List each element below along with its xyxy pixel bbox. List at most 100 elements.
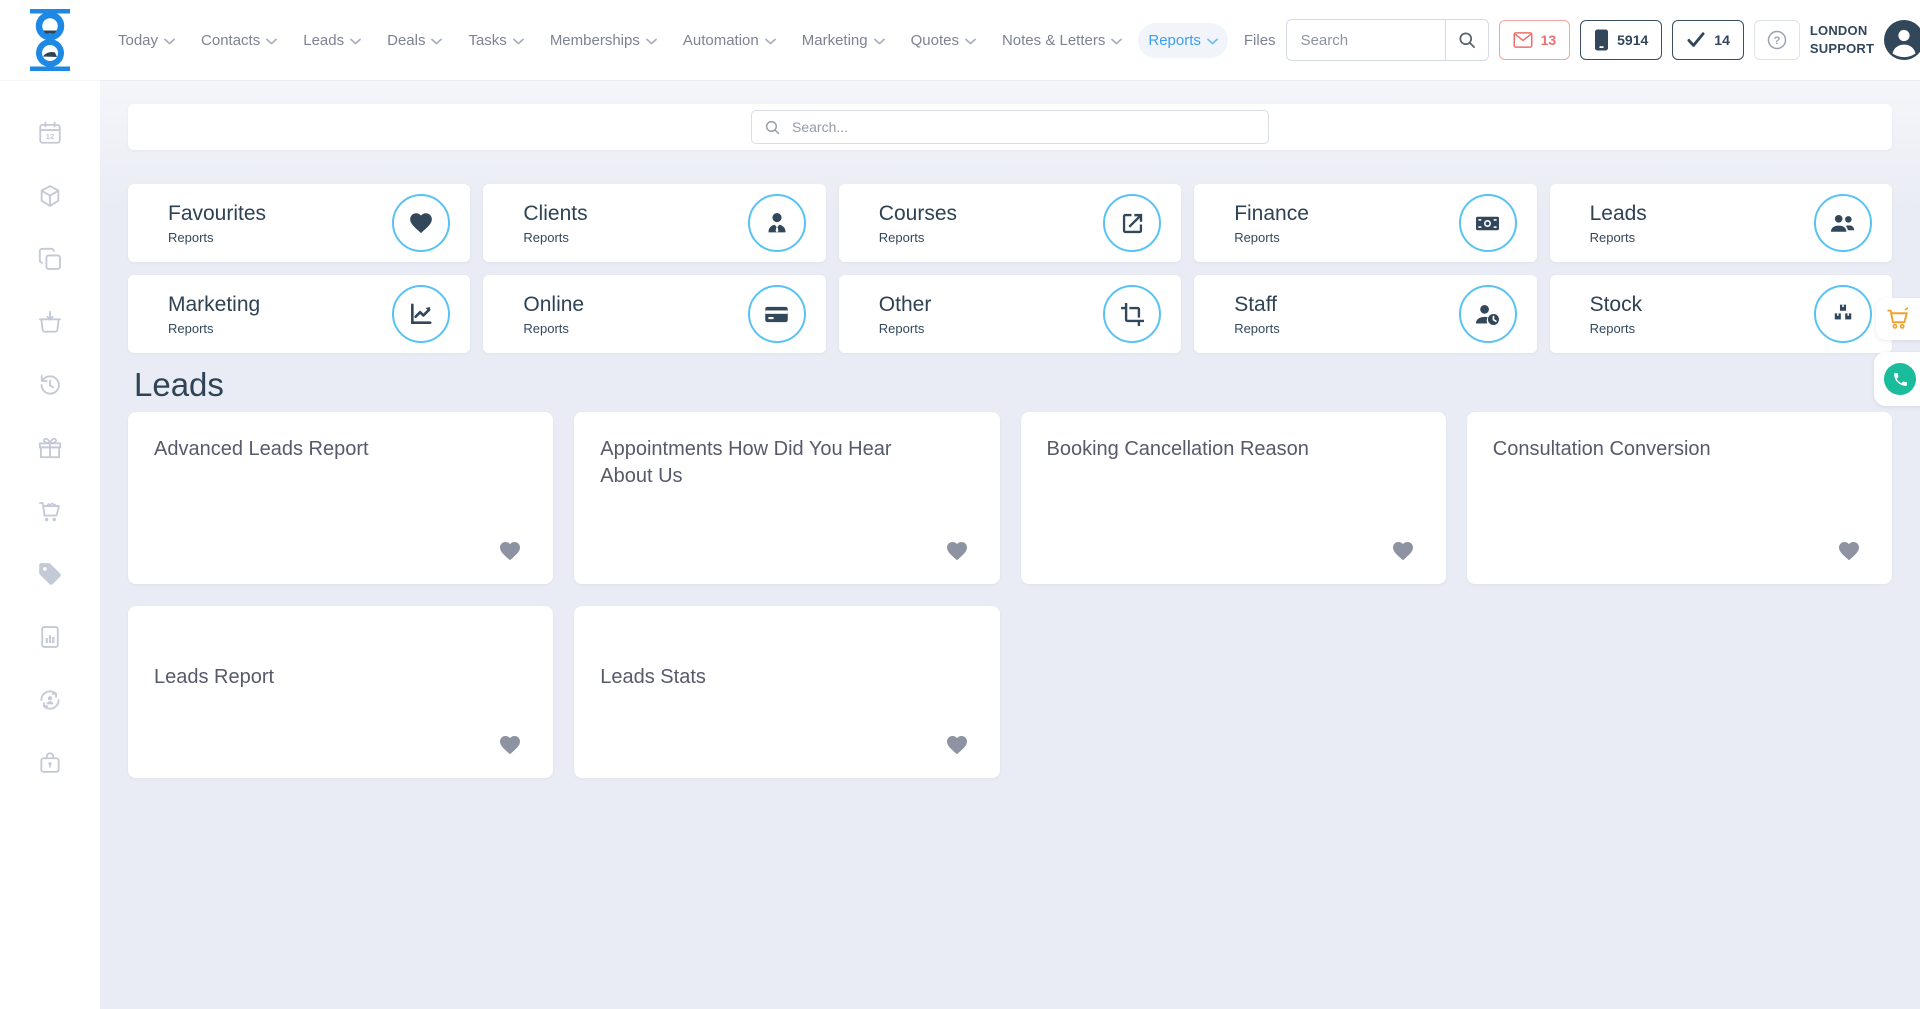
report-card-leads-report[interactable]: Leads Report	[128, 606, 553, 778]
category-card-courses[interactable]: Courses Reports	[839, 184, 1181, 262]
report-card-booking-cancellation-reason[interactable]: Booking Cancellation Reason	[1021, 412, 1446, 584]
sidebar-package-icon[interactable]	[37, 183, 63, 209]
report-card-advanced-leads-report[interactable]: Advanced Leads Report	[128, 412, 553, 584]
category-card-other[interactable]: Other Reports	[839, 275, 1181, 353]
search-icon	[1457, 30, 1477, 50]
main-nav: Today Contacts Leads Deals Tasks Members…	[108, 23, 1286, 58]
nav-item-reports[interactable]: Reports	[1138, 23, 1228, 58]
nav-item-tasks[interactable]: Tasks	[458, 23, 533, 58]
credit-card-icon	[748, 285, 806, 343]
nav-item-automation[interactable]: Automation	[673, 23, 786, 58]
user-name[interactable]: LONDON SUPPORT	[1810, 22, 1874, 57]
sidebar-user-sync-icon[interactable]	[37, 687, 63, 713]
search-icon	[764, 119, 781, 136]
question-circle-icon: ?	[1766, 29, 1788, 51]
category-title: Staff	[1234, 293, 1458, 317]
category-title: Stock	[1590, 293, 1814, 317]
category-text: Courses Reports	[839, 202, 1103, 245]
report-card-leads-stats[interactable]: Leads Stats	[574, 606, 999, 778]
money-bill-icon	[1459, 194, 1517, 252]
report-search-card	[128, 104, 1892, 150]
category-card-online[interactable]: Online Reports	[483, 275, 825, 353]
report-title: Appointments How Did You Hear About Us	[600, 436, 943, 490]
top-header: Today Contacts Leads Deals Tasks Members…	[0, 0, 1920, 80]
hourglass-logo-icon	[25, 9, 75, 71]
category-card-favourites[interactable]: Favourites Reports	[128, 184, 470, 262]
favourite-heart-icon[interactable]	[944, 538, 970, 564]
messages-count: 13	[1541, 32, 1557, 48]
category-subtitle: Reports	[1234, 321, 1458, 336]
favourite-heart-icon[interactable]	[1836, 538, 1862, 564]
report-card-appointments-how-did-you-hear[interactable]: Appointments How Did You Hear About Us	[574, 412, 999, 584]
report-title: Leads Report	[154, 664, 497, 691]
sidebar-calendar-icon[interactable]: 12	[37, 120, 63, 146]
messages-button[interactable]: 13	[1499, 20, 1571, 60]
chevron-down-icon	[350, 38, 361, 45]
category-card-finance[interactable]: Finance Reports	[1194, 184, 1536, 262]
favourite-heart-icon[interactable]	[497, 732, 523, 758]
section-title: Leads	[134, 366, 1892, 404]
category-card-staff[interactable]: Staff Reports	[1194, 275, 1536, 353]
category-title: Finance	[1234, 202, 1458, 226]
sidebar-report-document-icon[interactable]	[37, 624, 63, 650]
category-text: Marketing Reports	[128, 293, 392, 336]
category-subtitle: Reports	[1590, 321, 1814, 336]
chevron-down-icon	[513, 38, 524, 45]
floating-call-button[interactable]	[1874, 352, 1920, 406]
category-text: Favourites Reports	[128, 202, 392, 245]
check-icon	[1686, 31, 1706, 49]
boxes-icon	[1814, 285, 1872, 343]
report-card-consultation-conversion[interactable]: Consultation Conversion	[1467, 412, 1892, 584]
favourite-heart-icon[interactable]	[944, 732, 970, 758]
sidebar-history-icon[interactable]	[37, 372, 63, 398]
nav-item-leads[interactable]: Leads	[293, 23, 371, 58]
category-title: Online	[523, 293, 747, 317]
favourite-heart-icon[interactable]	[1390, 538, 1416, 564]
tasks-button[interactable]: 14	[1672, 20, 1744, 60]
report-title: Advanced Leads Report	[154, 436, 497, 463]
help-button[interactable]: ?	[1754, 20, 1800, 60]
category-card-marketing[interactable]: Marketing Reports	[128, 275, 470, 353]
nav-label: Leads	[303, 32, 344, 49]
sidebar-gift-icon[interactable]	[37, 435, 63, 461]
user-name-line1: LONDON	[1810, 22, 1874, 40]
category-text: Staff Reports	[1194, 293, 1458, 336]
category-subtitle: Reports	[1234, 230, 1458, 245]
user-avatar[interactable]	[1884, 20, 1920, 60]
nav-item-deals[interactable]: Deals	[377, 23, 452, 58]
favourite-heart-icon[interactable]	[497, 538, 523, 564]
category-card-clients[interactable]: Clients Reports	[483, 184, 825, 262]
chevron-down-icon	[431, 38, 442, 45]
category-card-stock[interactable]: Stock Reports	[1550, 275, 1892, 353]
nav-item-today[interactable]: Today	[108, 23, 185, 58]
header-search-button[interactable]	[1445, 20, 1488, 60]
nav-item-notes-letters[interactable]: Notes & Letters	[992, 23, 1132, 58]
chevron-down-icon	[1207, 38, 1218, 45]
nav-item-files[interactable]: Files	[1234, 23, 1286, 58]
category-title: Marketing	[168, 293, 392, 317]
category-title: Leads	[1590, 202, 1814, 226]
sms-button[interactable]: 5914	[1580, 20, 1662, 60]
avatar-person-icon	[1884, 20, 1920, 60]
app-logo[interactable]	[0, 0, 100, 80]
header-search-input[interactable]	[1287, 20, 1445, 60]
sidebar-briefcase-lock-icon[interactable]	[37, 750, 63, 776]
nav-item-contacts[interactable]: Contacts	[191, 23, 287, 58]
sidebar-bag-arrow-icon[interactable]	[37, 309, 63, 335]
report-search-input[interactable]	[790, 118, 1256, 136]
nav-item-memberships[interactable]: Memberships	[540, 23, 667, 58]
envelope-icon	[1513, 31, 1533, 49]
sidebar-cart-icon[interactable]	[37, 498, 63, 524]
category-card-leads[interactable]: Leads Reports	[1550, 184, 1892, 262]
category-title: Other	[879, 293, 1103, 317]
nav-item-quotes[interactable]: Quotes	[901, 23, 986, 58]
floating-cart-button[interactable]	[1876, 298, 1920, 340]
nav-item-marketing[interactable]: Marketing	[792, 23, 895, 58]
report-title: Consultation Conversion	[1493, 436, 1836, 463]
category-subtitle: Reports	[168, 230, 392, 245]
sidebar-price-tag-icon[interactable]	[37, 561, 63, 587]
nav-label: Automation	[683, 32, 759, 49]
category-subtitle: Reports	[523, 230, 747, 245]
sidebar-copy-icon[interactable]	[37, 246, 63, 272]
cart-icon	[1885, 306, 1911, 332]
